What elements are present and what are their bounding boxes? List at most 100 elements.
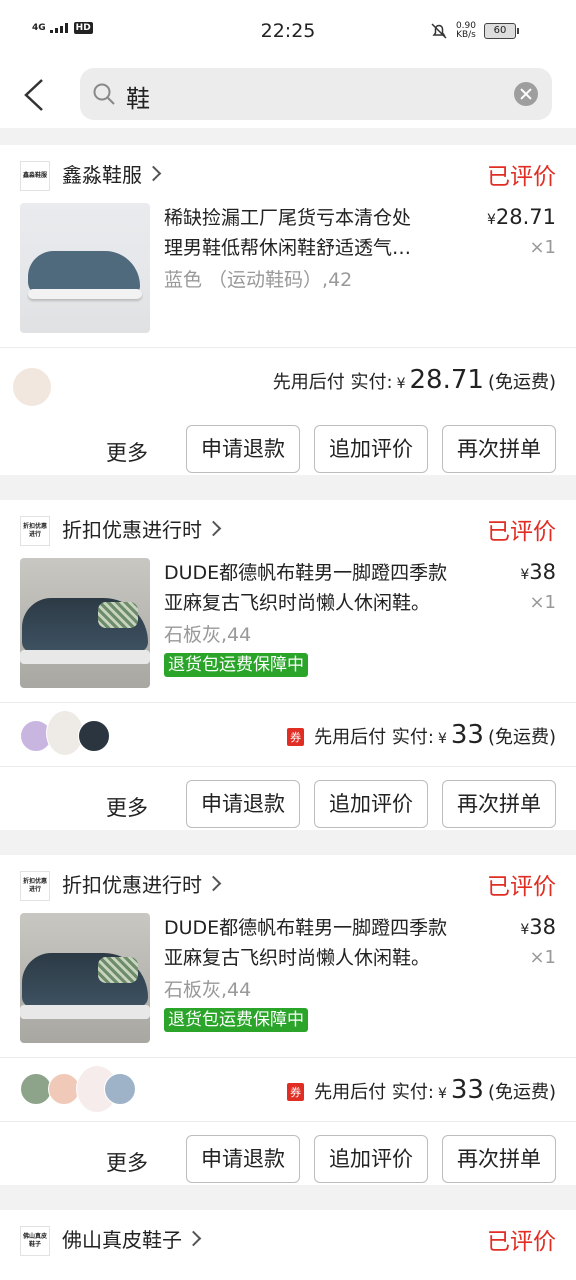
more-button[interactable]: 更多 <box>106 1147 148 1177</box>
product-title-line1: DUDE都德帆布鞋男一脚蹬四季款 <box>164 917 448 939</box>
status-right: 0.90 KB/s 60 <box>430 22 519 40</box>
shipping-note: (免运费) <box>487 1082 556 1103</box>
order-status: 已评价 <box>487 874 556 900</box>
divider <box>0 347 576 348</box>
product-title-line2: 理男鞋低帮休闲鞋舒适透气… <box>164 237 412 259</box>
product-variant: 蓝色 （运动鞋码）,42 <box>164 269 353 291</box>
refund-button[interactable]: 申请退款 <box>186 425 300 473</box>
order-card: 折扣优惠进行 折扣优惠进行时 已评价 DUDE都德帆布鞋男一脚蹬四季款 亚麻复古… <box>0 855 576 1185</box>
avatar <box>78 720 110 752</box>
product-title-line2: 亚麻复古飞织时尚懒人休闲鞋。 <box>164 947 431 969</box>
mute-bell-icon <box>431 23 447 39</box>
product-title[interactable]: DUDE都德帆布鞋男一脚蹬四季款 亚麻复古飞织时尚懒人休闲鞋。 <box>164 913 504 973</box>
payment-summary: 先用后付 实付: ¥ 28.71 (免运费) <box>273 365 556 395</box>
shop-name: 鑫淼鞋服 <box>62 163 142 187</box>
order-card: 佛山真皮鞋子 佛山真皮鞋子 已评价 <box>0 1210 576 1280</box>
more-button[interactable]: 更多 <box>106 437 148 467</box>
shop-name: 佛山真皮鞋子 <box>62 1228 182 1252</box>
add-review-button[interactable]: 追加评价 <box>314 780 428 828</box>
status-bar: 4G HD 22:25 0.90 KB/s 60 <box>0 0 576 64</box>
shop-name-link[interactable]: 折扣优惠进行时 <box>62 869 222 898</box>
divider <box>0 766 576 767</box>
shipping-note: (免运费) <box>487 727 556 748</box>
shop-logo: 折扣优惠进行 <box>20 516 50 546</box>
price-value: 38 <box>529 915 556 939</box>
shop-name-link[interactable]: 佛山真皮鞋子 <box>62 1224 202 1253</box>
product-price: ¥28.71 <box>487 205 556 229</box>
shop-logo: 折扣优惠进行 <box>20 871 50 901</box>
currency-symbol: ¥ <box>486 212 496 228</box>
add-review-button[interactable]: 追加评价 <box>314 425 428 473</box>
group-avatars <box>20 1065 136 1113</box>
product-title[interactable]: DUDE都德帆布鞋男一脚蹬四季款 亚麻复古飞织时尚懒人休闲鞋。 <box>164 558 504 618</box>
product-image[interactable] <box>20 913 150 1043</box>
order-status: 已评价 <box>487 164 556 190</box>
price-value: 28.71 <box>495 205 556 229</box>
order-status: 已评价 <box>487 1229 556 1255</box>
divider <box>0 702 576 703</box>
currency-symbol: ¥ <box>437 731 447 747</box>
shop-name: 折扣优惠进行时 <box>62 518 202 542</box>
group-avatars <box>12 367 80 407</box>
currency-symbol: ¥ <box>437 1086 447 1102</box>
return-shipping-badge: 退货包运费保障中 <box>164 1008 308 1032</box>
product-qty: ×1 <box>529 592 556 613</box>
group-avatars <box>20 710 110 756</box>
coupon-icon: 券 <box>287 728 305 746</box>
chevron-right-icon <box>205 520 222 537</box>
clear-icon[interactable] <box>514 82 538 106</box>
add-review-button[interactable]: 追加评价 <box>314 1135 428 1183</box>
avatar <box>104 1073 136 1105</box>
currency-symbol: ¥ <box>520 567 530 583</box>
product-qty: ×1 <box>529 947 556 968</box>
search-query: 鞋 <box>126 85 150 113</box>
net-speed: 0.90 KB/s <box>456 22 476 40</box>
back-arrow-icon[interactable] <box>20 78 54 112</box>
shop-name-link[interactable]: 折扣优惠进行时 <box>62 514 222 543</box>
product-title-line2: 亚麻复古飞织时尚懒人休闲鞋。 <box>164 592 431 614</box>
product-title-line1: DUDE都德帆布鞋男一脚蹬四季款 <box>164 562 448 584</box>
battery-icon: 60 <box>484 23 519 39</box>
paid-amount: 33 <box>450 720 484 750</box>
product-price: ¥38 <box>520 915 556 939</box>
shipping-note: (免运费) <box>487 372 556 393</box>
divider <box>0 1121 576 1122</box>
search-icon <box>93 83 115 105</box>
product-variant: 石板灰,44 <box>164 979 252 1001</box>
price-value: 38 <box>529 560 556 584</box>
currency-symbol: ¥ <box>396 376 406 392</box>
return-shipping-badge: 退货包运费保障中 <box>164 653 308 677</box>
paid-amount: 33 <box>450 1075 484 1105</box>
shop-name-link[interactable]: 鑫淼鞋服 <box>62 159 162 188</box>
payment-summary: 券 先用后付 实付: ¥ 33 (免运费) <box>287 720 556 750</box>
more-button[interactable]: 更多 <box>106 792 148 822</box>
payment-summary: 券 先用后付 实付: ¥ 33 (免运费) <box>287 1075 556 1105</box>
product-qty: ×1 <box>529 237 556 258</box>
reorder-button[interactable]: 再次拼单 <box>442 425 556 473</box>
chevron-right-icon <box>205 875 222 892</box>
search-input[interactable]: 鞋 <box>80 68 552 120</box>
pay-label: 先用后付 实付: <box>314 727 434 748</box>
reorder-button[interactable]: 再次拼单 <box>442 780 556 828</box>
product-price: ¥38 <box>520 560 556 584</box>
product-image[interactable] <box>20 203 150 333</box>
product-title[interactable]: 稀缺捡漏工厂尾货亏本清仓处 理男鞋低帮休闲鞋舒适透气… <box>164 203 464 263</box>
chevron-right-icon <box>145 165 162 182</box>
product-image[interactable] <box>20 558 150 688</box>
refund-button[interactable]: 申请退款 <box>186 780 300 828</box>
reorder-button[interactable]: 再次拼单 <box>442 1135 556 1183</box>
avatar <box>12 367 52 407</box>
product-variant: 石板灰,44 <box>164 624 252 646</box>
product-title-line1: 稀缺捡漏工厂尾货亏本清仓处 <box>164 207 412 229</box>
coupon-icon: 券 <box>287 1083 305 1101</box>
shop-logo: 佛山真皮鞋子 <box>20 1226 50 1256</box>
refund-button[interactable]: 申请退款 <box>186 1135 300 1183</box>
shop-name: 折扣优惠进行时 <box>62 873 202 897</box>
order-status: 已评价 <box>487 519 556 545</box>
divider <box>0 1057 576 1058</box>
net-speed-unit: KB/s <box>456 30 476 40</box>
pay-label: 先用后付 实付: <box>314 1082 434 1103</box>
shop-logo: 鑫淼鞋服 <box>20 161 50 191</box>
order-card: 折扣优惠进行 折扣优惠进行时 已评价 DUDE都德帆布鞋男一脚蹬四季款 亚麻复古… <box>0 500 576 830</box>
search-header: 鞋 <box>0 64 576 128</box>
